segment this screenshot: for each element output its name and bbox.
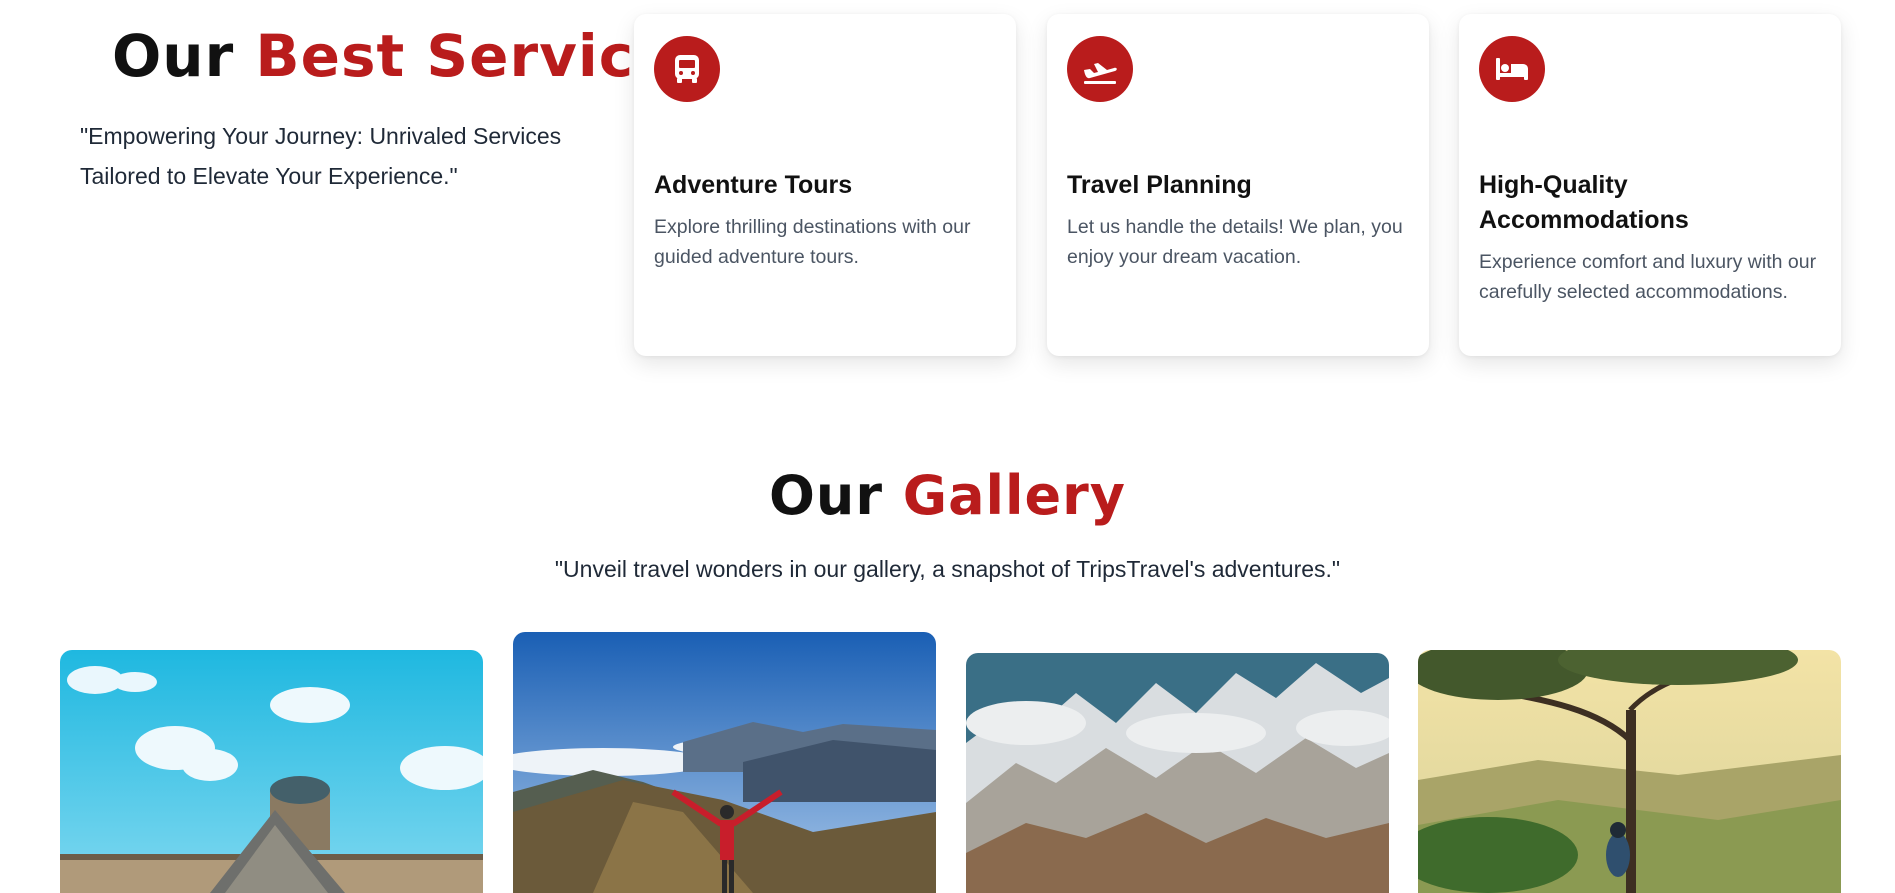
gallery-image-louvre[interactable] [60,650,483,893]
gallery-title: Our Gallery [0,464,1895,527]
service-card-accommodations[interactable]: High-Quality Accommodations Experience c… [1459,14,1841,356]
service-card-description: Experience comfort and luxury with our c… [1479,251,1817,303]
service-card-title: Travel Planning [1067,171,1252,199]
gallery-image-valley[interactable] [1418,650,1841,893]
service-card-adventure-tours[interactable]: Adventure Tours Explore thrilling destin… [634,14,1016,356]
service-card-title: High-Quality Accommodations [1479,171,1689,234]
gallery-title-part2: Gallery [902,464,1127,527]
bus-icon [654,36,720,102]
service-card-title: Adventure Tours [654,171,853,199]
services-subtitle: "Empowering Your Journey: Unrivaled Serv… [80,123,562,189]
gallery-subtitle: "Unveil travel wonders in our gallery, a… [554,556,1341,582]
services-title-part1: Our [112,22,235,90]
gallery-title-part1: Our [768,464,883,527]
plane-departure-icon [1067,36,1133,102]
service-card-description: Explore thrilling destinations with our … [654,216,971,268]
service-card-travel-planning[interactable]: Travel Planning Let us handle the detail… [1047,14,1429,356]
gallery-image-hiker[interactable] [513,632,936,893]
service-card-description: Let us handle the details! We plan, you … [1067,216,1403,268]
bed-icon [1479,36,1545,102]
gallery-image-mountains[interactable] [966,653,1389,893]
services-title: Our Best Services [112,22,710,90]
